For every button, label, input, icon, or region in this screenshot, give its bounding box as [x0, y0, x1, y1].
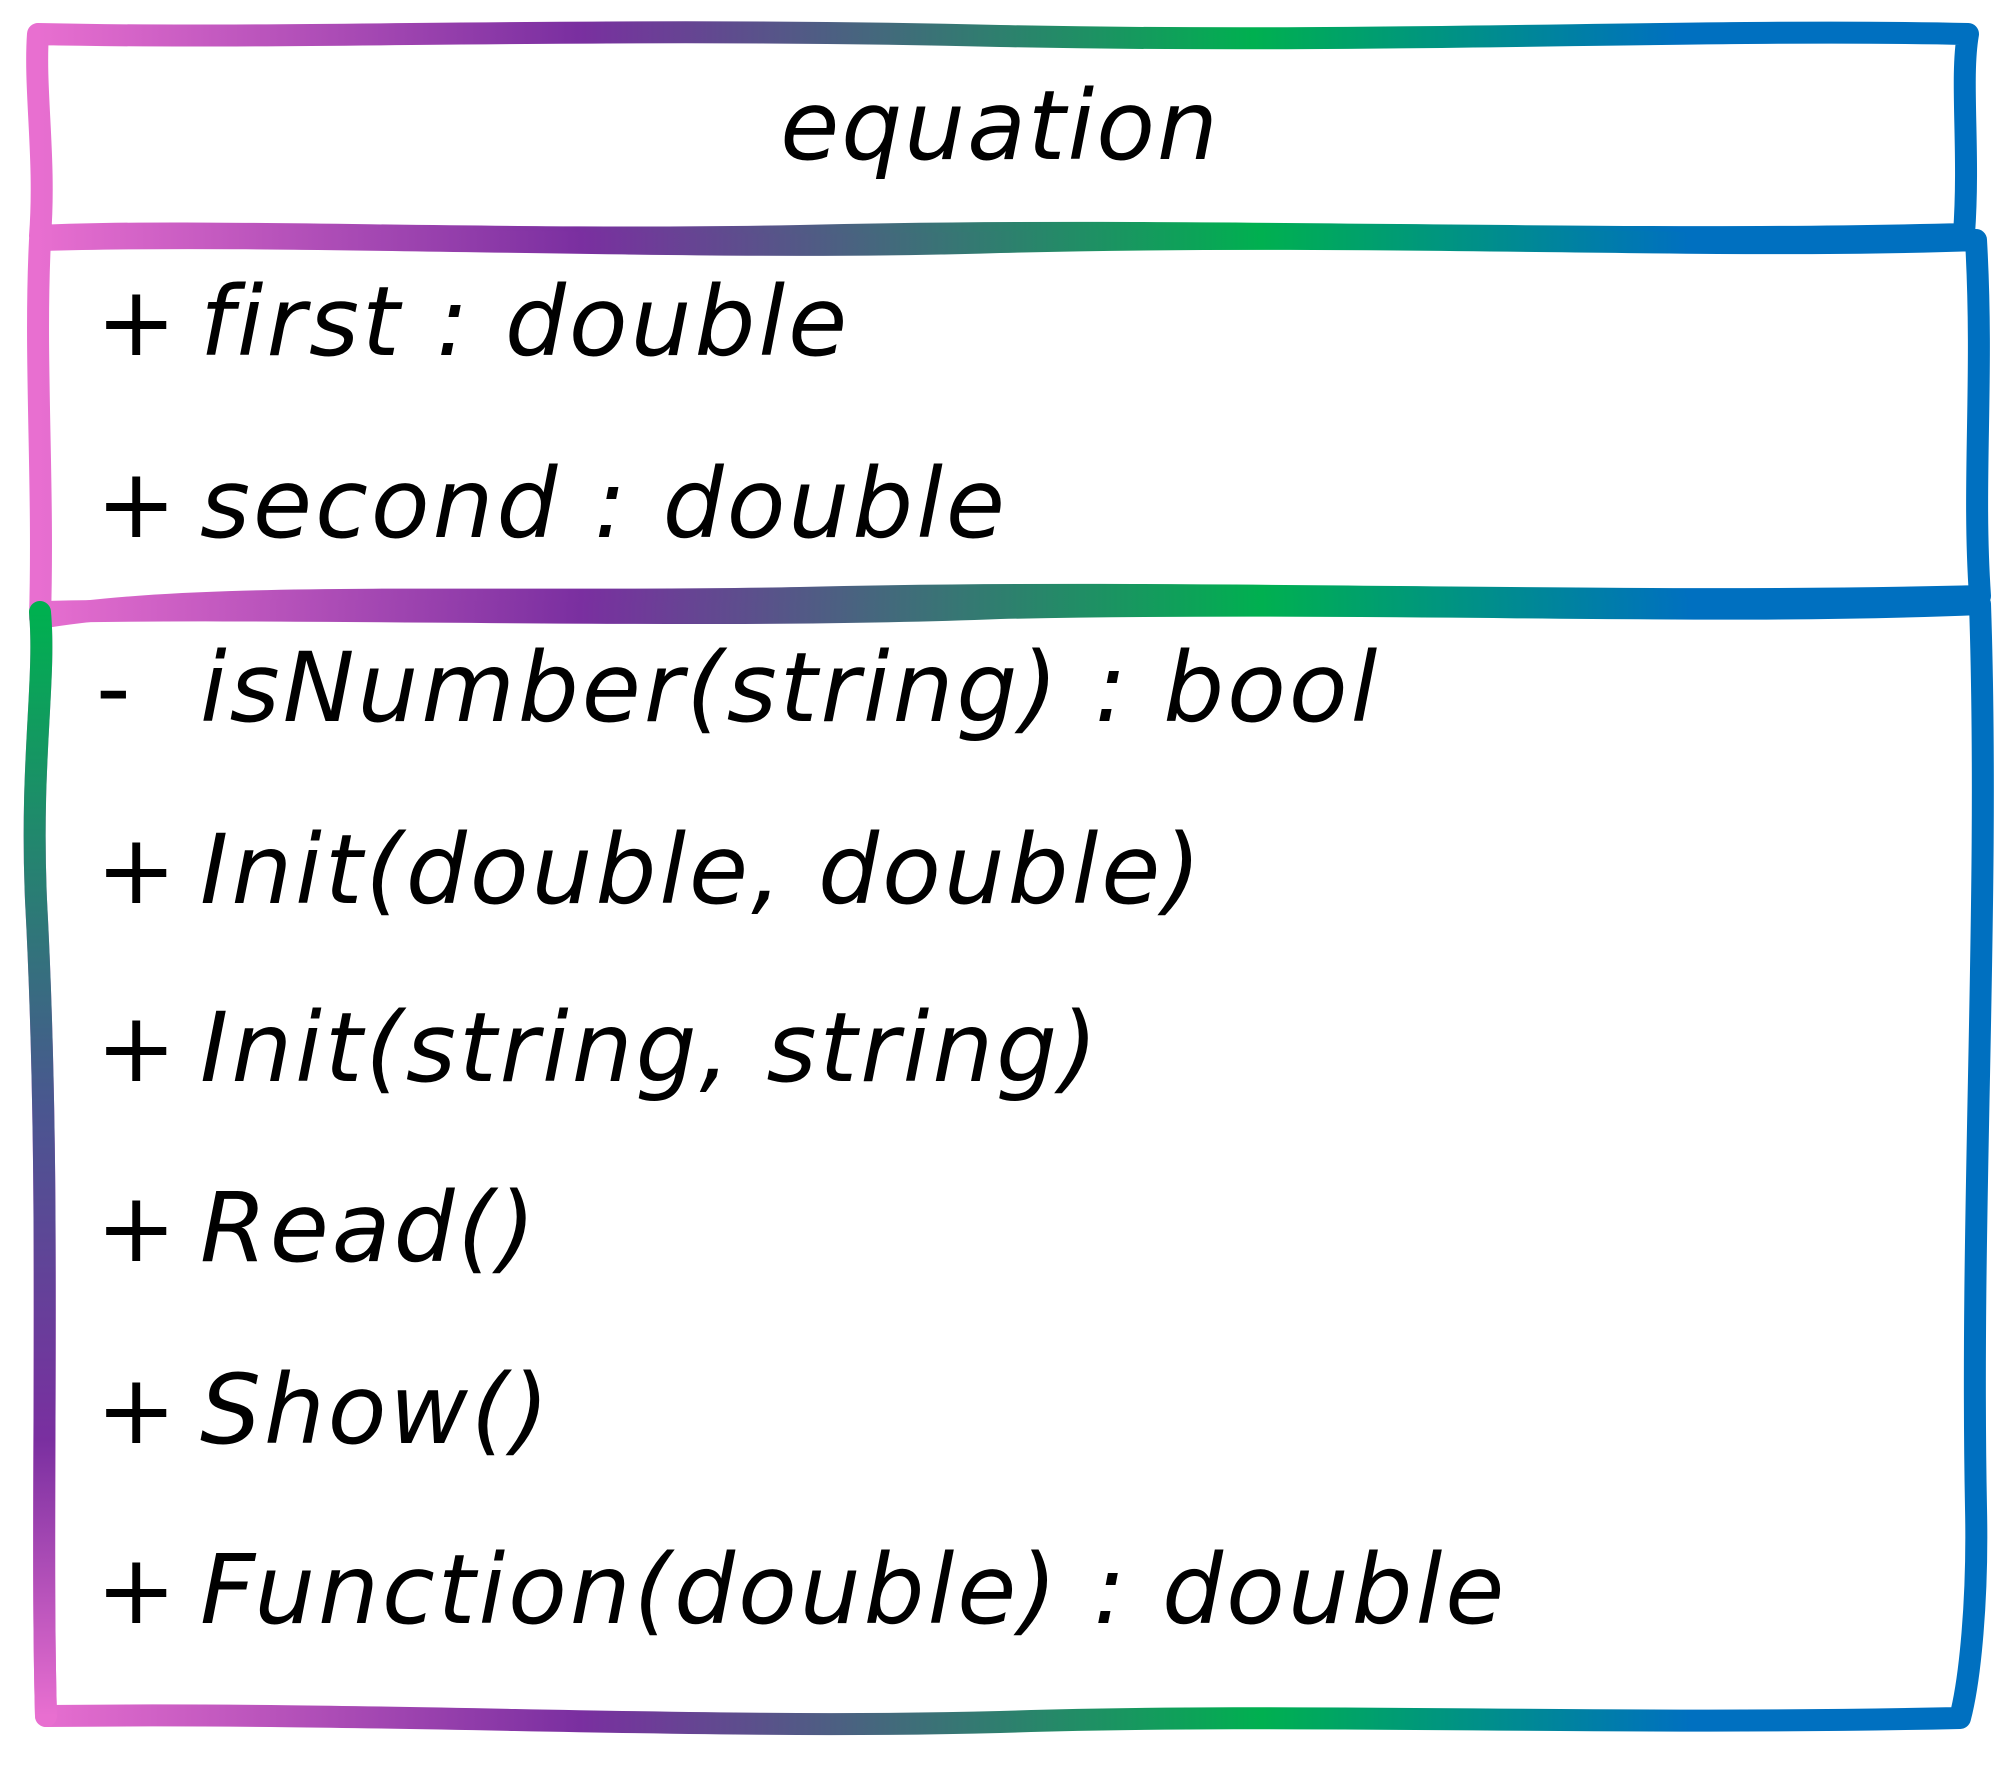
operation-text: Init(string, string): [200, 992, 1101, 1104]
operation-text: Read(): [200, 1172, 539, 1284]
operation-text: Init(double, double): [200, 814, 1204, 926]
visibility-marker: +: [96, 266, 180, 378]
operation-row: + Function(double) : double: [96, 1542, 1507, 1638]
operation-row: + Init(double, double): [96, 822, 1204, 918]
visibility-marker: +: [96, 1534, 180, 1646]
operation-row: + Show(): [96, 1362, 552, 1458]
operation-row: - isNumber(string) : bool: [96, 640, 1380, 736]
operation-text: Show(): [200, 1354, 552, 1466]
class-name: equation: [780, 70, 1220, 182]
visibility-marker: -: [96, 632, 134, 744]
attribute-row: + second : double: [96, 456, 1008, 552]
operation-text: Function(double) : double: [200, 1534, 1508, 1646]
operation-row: + Init(string, string): [96, 1000, 1101, 1096]
operation-text: isNumber(string) : bool: [200, 632, 1381, 744]
visibility-marker: +: [96, 992, 180, 1104]
attribute-text: second : double: [200, 448, 1008, 560]
attribute-row: + first : double: [96, 274, 850, 370]
visibility-marker: +: [96, 448, 180, 560]
visibility-marker: +: [96, 1354, 180, 1466]
operations-left-edge: [23, 601, 57, 1727]
visibility-marker: +: [96, 814, 180, 926]
attribute-text: first : double: [200, 266, 851, 378]
visibility-marker: +: [96, 1172, 180, 1284]
operation-row: + Read(): [96, 1180, 538, 1276]
